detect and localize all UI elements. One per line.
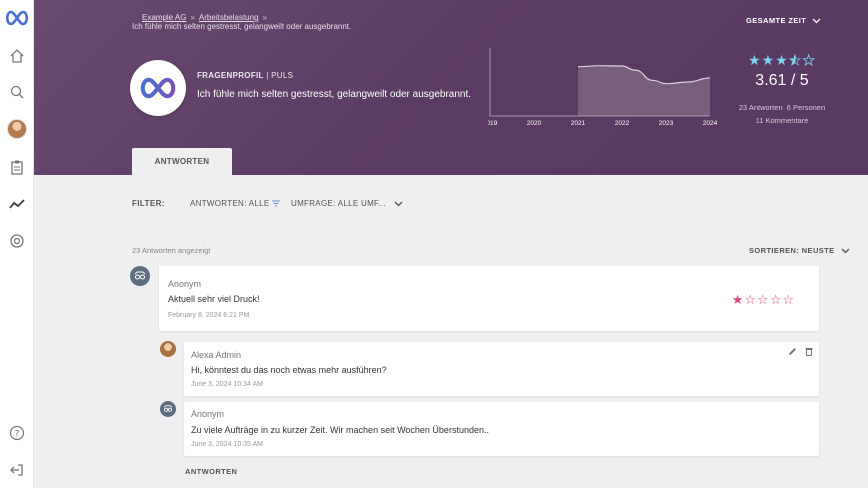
answers-filter-dropdown[interactable]: ANTWORTEN: ALLE (190, 199, 281, 208)
kind-separator: | (266, 71, 269, 80)
rating-meta: 23 Antworten 6 Personen 11 Kommentare (734, 101, 830, 127)
star-full-icon: ★ (748, 52, 762, 68)
star-empty-icon: ☆ (744, 292, 758, 307)
answer-author: Anonym (168, 279, 202, 289)
comments-count: 11 Kommentare (755, 116, 809, 125)
question-kind: FRAGENPROFIL | PULS (197, 71, 293, 80)
rating-max: / 5 (790, 72, 809, 89)
star-half-icon: ★ (788, 52, 803, 69)
clipboard-icon[interactable] (8, 158, 26, 176)
breadcrumb: Example AG» Arbeitsbelastung» (142, 13, 271, 22)
question-kind-type: PULS (271, 71, 294, 80)
star-full-icon: ★ (761, 52, 776, 68)
star-empty-icon: ☆ (757, 292, 770, 307)
anonymous-avatar-icon (130, 266, 150, 286)
answers-filter-label: ANTWORTEN: ALLE (190, 199, 270, 208)
star-empty-icon: ★ (802, 52, 816, 69)
answer-text: Aktuell sehr viel Druck! (168, 294, 260, 304)
question-title: Ich fühle mich selten gestresst, gelangw… (197, 89, 472, 100)
star-empty-icon: ☆ (782, 292, 795, 307)
user-avatar (160, 341, 176, 357)
rating-stars: ★★★★★ (734, 52, 830, 69)
answers-count: 23 Antworten (738, 103, 783, 112)
comment-card: Alexa Admin Hi, könntest du das noch etw… (184, 342, 819, 396)
chart-x-tick-label: 2023 (659, 120, 674, 127)
trash-icon[interactable] (805, 347, 813, 356)
breadcrumb-current: Ich fühle mich selten gestresst, gelangw… (132, 22, 352, 31)
breadcrumb-separator: » (190, 13, 195, 22)
comment-author: Anonym (191, 409, 225, 419)
trend-chart: 2019 2020 2021 2022 2023 2024 (488, 48, 718, 127)
rating-summary: ★★★★★ 3.61 / 5 23 Antworten 6 Personen 1… (734, 52, 830, 127)
edit-pencil-icon[interactable] (788, 347, 797, 356)
star-empty-icon: ☆ (769, 292, 783, 307)
chart-x-tick-label: 2021 (571, 120, 586, 127)
comment-actions (788, 347, 813, 356)
answer-date: February 8, 2024 6:21 PM (168, 312, 250, 319)
time-filter-label: GESAMTE ZEIT (746, 16, 807, 25)
home-icon[interactable] (8, 47, 26, 65)
sort-dropdown[interactable]: SORTIEREN: NEUSTE (749, 246, 850, 255)
sidebar: ? (0, 0, 34, 488)
chevron-down-icon (841, 248, 850, 253)
question-kind-label: FRAGENPROFIL (197, 71, 264, 80)
star-full-icon: ★ (731, 292, 745, 307)
anonymous-avatar-icon (160, 401, 176, 417)
chart-x-tick-label: 2019 (488, 120, 498, 127)
chart-x-tick-label: 2020 (527, 120, 542, 127)
answers-link[interactable]: ANTWORTEN (185, 467, 237, 476)
comment-card: Anonym Zu viele Aufträge in zu kurzer Ze… (184, 402, 819, 456)
comment-date: June 3, 2024 10:34 AM (191, 381, 263, 388)
filter-label: FILTER: (132, 199, 165, 208)
time-filter-dropdown[interactable]: GESAMTE ZEIT (746, 16, 821, 25)
people-count: 6 Personen (786, 103, 826, 112)
tab-answers[interactable]: ANTWORTEN (132, 148, 232, 175)
breadcrumb-category[interactable]: Arbeitsbelastung (199, 13, 259, 22)
survey-filter-dropdown[interactable]: UMFRAGE: ALLE UMF... (291, 199, 403, 208)
help-icon[interactable]: ? (8, 424, 26, 442)
chart-area (578, 65, 710, 116)
sort-label: SORTIEREN: NEUSTE (749, 246, 835, 255)
comment-text: Hi, könntest du das noch etwas mehr ausf… (191, 365, 387, 375)
comment-text: Zu viele Aufträge in zu kurzer Zeit. Wir… (191, 425, 489, 435)
breadcrumb-separator: » (262, 13, 267, 22)
question-header: Example AG» Arbeitsbelastung» Ich fühle m… (34, 0, 868, 175)
star-full-icon: ★ (775, 52, 789, 68)
infinity-logo-icon (140, 77, 176, 99)
answers-shown-count: 23 Antworten angezeigt (132, 246, 211, 255)
logout-icon[interactable] (8, 461, 26, 479)
app-logo-icon[interactable] (4, 8, 30, 28)
chart-x-tick-label: 2024 (703, 120, 718, 127)
filter-lines-icon (272, 200, 281, 207)
answer-card: Anonym Aktuell sehr viel Druck! February… (159, 266, 819, 331)
trend-icon[interactable] (8, 195, 26, 213)
chevron-down-icon (812, 18, 821, 23)
breadcrumb-company[interactable]: Example AG (142, 13, 186, 22)
comment-date: June 3, 2024 10:35 AM (191, 441, 263, 448)
svg-text:?: ? (15, 430, 20, 440)
chart-x-tick-label: 2022 (615, 120, 630, 127)
survey-logo (130, 60, 186, 116)
survey-filter-label: UMFRAGE: ALLE UMF... (291, 199, 386, 208)
rating-score: 3.61 (755, 72, 787, 89)
comment-author: Alexa Admin (191, 350, 242, 360)
search-icon[interactable] (8, 83, 26, 101)
user-avatar[interactable] (7, 119, 27, 139)
chevron-down-icon (394, 201, 403, 206)
target-icon[interactable] (8, 232, 26, 250)
answer-rating: ★☆☆☆☆ (732, 292, 795, 308)
rating-value: 3.61 / 5 (734, 72, 830, 90)
